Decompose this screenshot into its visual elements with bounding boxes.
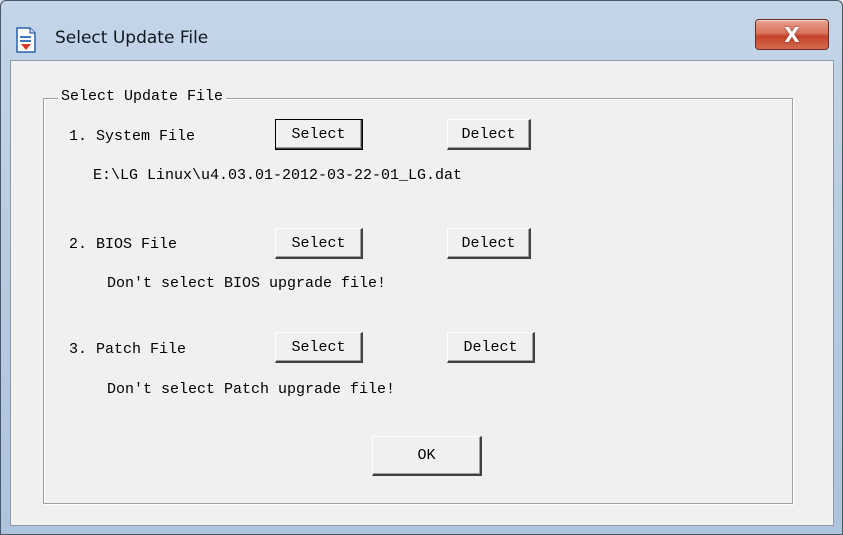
- window-title: Select Update File: [55, 28, 209, 48]
- dialog-client-area: Select Update File 1. System File Select…: [10, 60, 834, 526]
- title-bar[interactable]: Select Update File X: [1, 1, 842, 59]
- bios-file-status: Don't select BIOS upgrade file!: [107, 275, 387, 292]
- bios-file-label: 2. BIOS File: [69, 236, 178, 253]
- ok-button[interactable]: OK: [372, 436, 482, 476]
- system-file-label: 1. System File: [69, 128, 196, 145]
- system-file-path: E:\LG Linux\u4.03.01-2012-03-22-01_LG.da…: [93, 167, 463, 184]
- bios-file-delete-button[interactable]: Delect: [447, 228, 531, 259]
- patch-file-select-button[interactable]: Select: [275, 332, 363, 363]
- patch-file-status: Don't select Patch upgrade file!: [107, 381, 396, 398]
- document-icon: [15, 27, 37, 53]
- system-file-select-button[interactable]: Select: [275, 119, 363, 150]
- close-button[interactable]: X: [755, 19, 829, 50]
- bios-file-select-button[interactable]: Select: [275, 228, 363, 259]
- patch-file-delete-button[interactable]: Delect: [447, 332, 535, 363]
- group-legend: Select Update File: [58, 88, 227, 106]
- patch-file-label: 3. Patch File: [69, 341, 187, 358]
- select-update-file-dialog: Select Update File X Select Update File …: [0, 0, 843, 535]
- system-file-delete-button[interactable]: Delect: [447, 119, 531, 150]
